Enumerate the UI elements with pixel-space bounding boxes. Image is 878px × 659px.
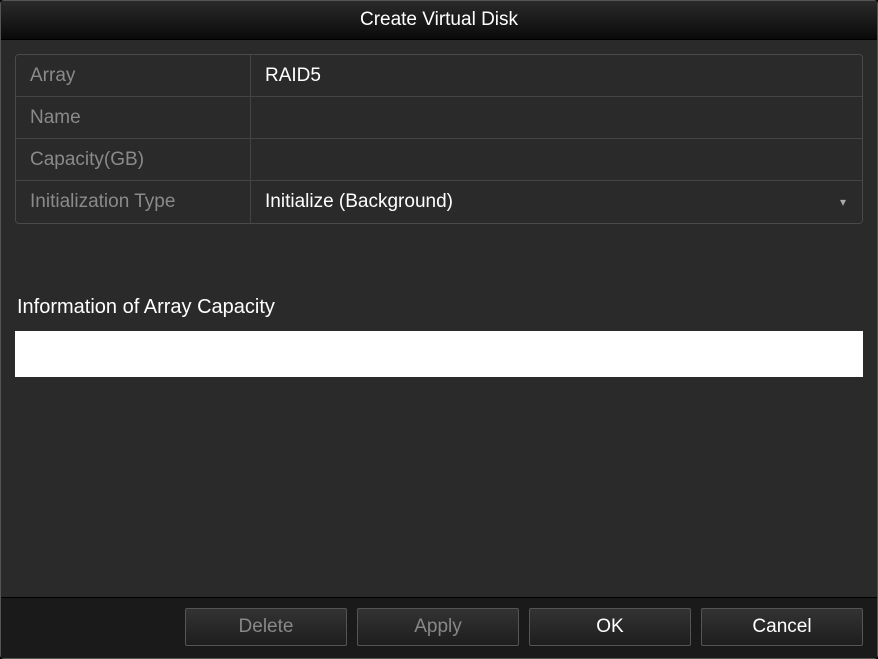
array-capacity-info: [15, 331, 863, 377]
name-label: Name: [16, 97, 251, 138]
capacity-row: Capacity(GB): [16, 139, 862, 181]
create-virtual-disk-dialog: Create Virtual Disk Array RAID5 Name Cap…: [0, 0, 878, 659]
init-type-value-cell: Initialize (Background) ▾: [251, 181, 862, 223]
chevron-down-icon: ▾: [840, 195, 846, 209]
spacer: [15, 377, 863, 583]
array-value: RAID5: [251, 55, 862, 96]
capacity-value-cell: [251, 139, 862, 180]
dialog-title: Create Virtual Disk: [1, 1, 877, 40]
cancel-button[interactable]: Cancel: [701, 608, 863, 646]
ok-button[interactable]: OK: [529, 608, 691, 646]
init-type-dropdown[interactable]: Initialize (Background) ▾: [265, 191, 848, 213]
capacity-label: Capacity(GB): [16, 139, 251, 180]
capacity-input[interactable]: [265, 139, 848, 180]
array-label: Array: [16, 55, 251, 96]
init-type-selected: Initialize (Background): [265, 191, 453, 213]
apply-button[interactable]: Apply: [357, 608, 519, 646]
init-type-label: Initialization Type: [16, 181, 251, 223]
array-row: Array RAID5: [16, 55, 862, 97]
dialog-content: Array RAID5 Name Capacity(GB) Initializa…: [1, 40, 877, 597]
form-table: Array RAID5 Name Capacity(GB) Initializa…: [15, 54, 863, 224]
init-type-row: Initialization Type Initialize (Backgrou…: [16, 181, 862, 223]
info-section-label: Information of Array Capacity: [15, 296, 863, 319]
name-value-cell: [251, 97, 862, 138]
name-row: Name: [16, 97, 862, 139]
delete-button[interactable]: Delete: [185, 608, 347, 646]
name-input[interactable]: [265, 97, 848, 138]
button-bar: Delete Apply OK Cancel: [1, 597, 877, 658]
